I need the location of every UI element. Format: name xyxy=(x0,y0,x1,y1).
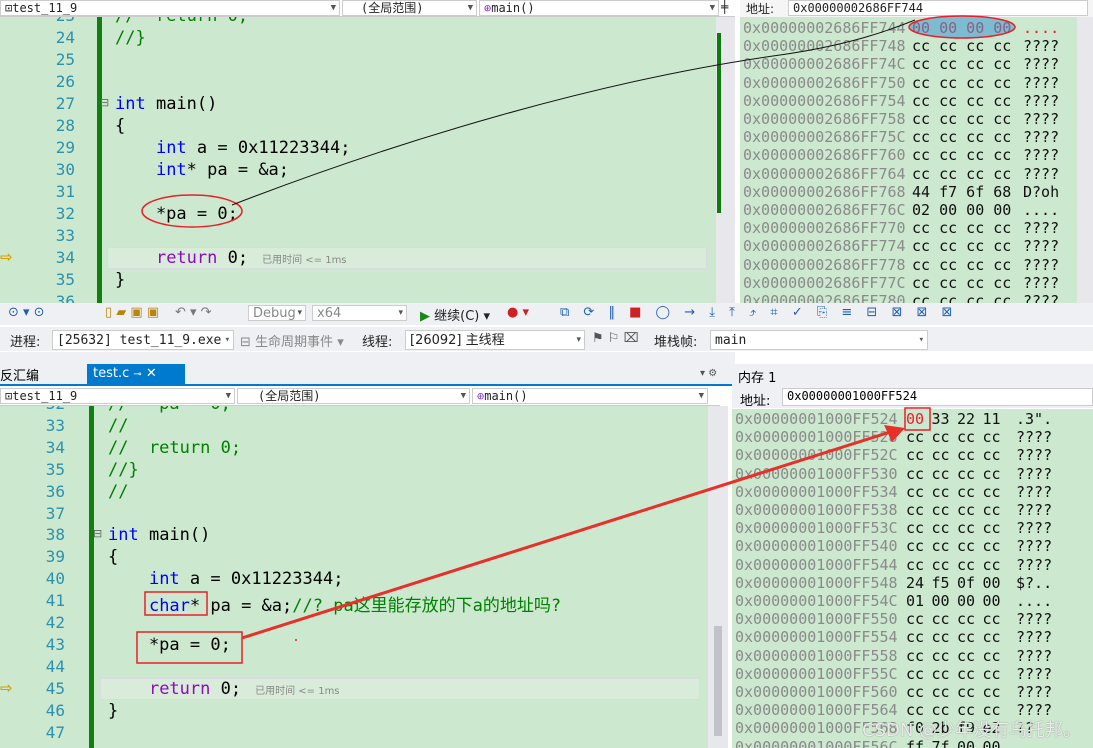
char-highlight-box xyxy=(144,591,208,616)
statement-highlight-box xyxy=(136,631,243,664)
byte-highlight-box xyxy=(904,407,931,431)
annotation-layer xyxy=(136,15,1016,664)
code-highlight-ellipse xyxy=(141,194,243,228)
watermark: CSDN @少年没有乌托邦。 xyxy=(862,720,1082,741)
dot xyxy=(295,639,297,641)
memory-highlight-ellipse xyxy=(908,15,1016,39)
arrow-line xyxy=(241,430,891,640)
connector-line xyxy=(231,19,916,206)
